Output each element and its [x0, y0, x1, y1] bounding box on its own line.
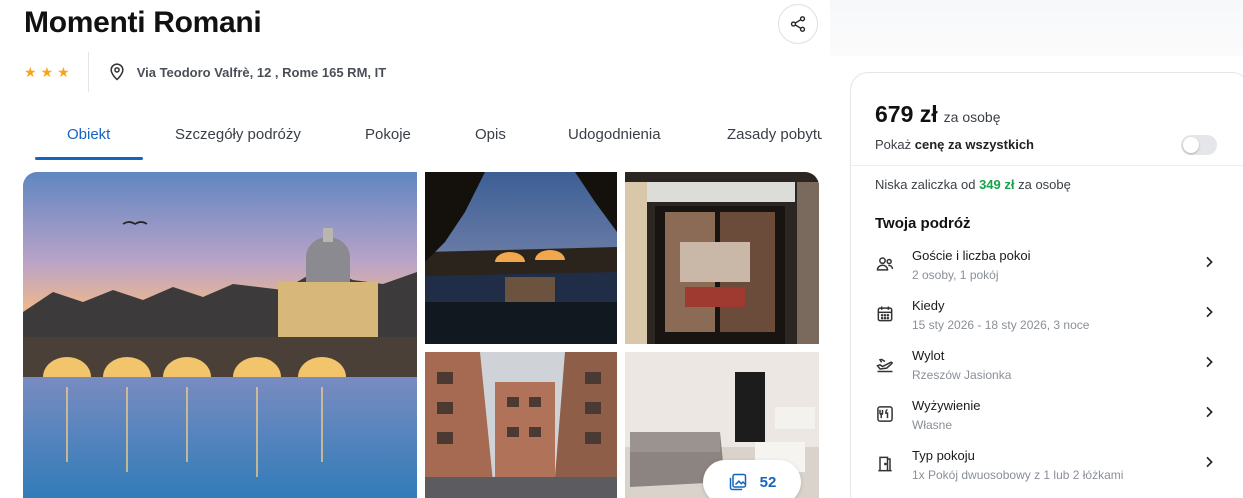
- deposit-prefix: Niska zaliczka od: [875, 177, 976, 192]
- deposit-amount: 349 zł: [979, 177, 1015, 192]
- hotel-meta-row: ★ ★ ★ Via Teodoro Valfrè, 12 , Rome 165 …: [24, 52, 824, 92]
- plane-departure-icon: [876, 358, 893, 373]
- trip-item-label: Kiedy: [912, 298, 945, 313]
- star-icon: ★: [40, 64, 54, 80]
- total-price-prefix: Pokaż: [875, 137, 912, 152]
- total-price-toggle[interactable]: [1181, 135, 1217, 155]
- booking-card: 679 zł za osobę Pokaż cenę za wszystkich…: [850, 72, 1243, 498]
- tab-opis[interactable]: Opis: [475, 126, 506, 143]
- calendar-icon: [877, 306, 893, 322]
- price-per-person: 679 zł: [875, 101, 938, 127]
- top-background: [830, 0, 1243, 56]
- gallery-photo-river-night[interactable]: [425, 172, 617, 344]
- trip-item-label: Typ pokoju: [912, 448, 975, 463]
- total-price-label: Pokaż cenę za wszystkich: [875, 137, 1034, 152]
- trip-item-room-type[interactable]: Typ pokoju 1x Pokój dwuosobowy z 1 lub 2…: [875, 448, 1221, 492]
- trip-item-value: 2 osoby, 1 pokój: [912, 268, 999, 282]
- trip-item-label: Wylot: [912, 348, 945, 363]
- card-divider: [851, 165, 1243, 166]
- trip-item-departure[interactable]: Wylot Rzeszów Jasionka: [875, 348, 1221, 392]
- active-tab-indicator: [35, 157, 143, 160]
- chevron-right-icon: [1206, 256, 1213, 268]
- trip-item-dates[interactable]: Kiedy 15 sty 2026 - 18 sty 2026, 3 noce: [875, 298, 1221, 342]
- trip-item-value: 1x Pokój dwuosobowy z 1 lub 2 łóżkami: [912, 468, 1124, 482]
- share-button[interactable]: [778, 4, 818, 44]
- gallery-photo-courtyard[interactable]: [425, 352, 617, 498]
- trip-heading: Twoja podróż: [875, 215, 971, 232]
- address-text: Via Teodoro Valfrè, 12 , Rome 165 RM, IT: [136, 64, 387, 80]
- meal-icon: [877, 406, 893, 422]
- tab-szczegoly-podrozy[interactable]: Szczegóły podróży: [175, 126, 301, 143]
- hotel-address[interactable]: Via Teodoro Valfrè, 12 , Rome 165 RM, IT: [107, 62, 387, 82]
- toggle-knob: [1183, 137, 1199, 153]
- price-unit: za osobę: [943, 109, 1001, 125]
- star-rating: ★ ★ ★: [24, 65, 88, 79]
- chevron-right-icon: [1206, 456, 1213, 468]
- tab-zasady-pobytu[interactable]: Zasady pobytu: [727, 126, 822, 143]
- trip-item-value: Własne: [912, 418, 953, 432]
- chevron-right-icon: [1206, 356, 1213, 368]
- price-row: 679 zł za osobę: [875, 101, 1000, 128]
- trip-item-value: 15 sty 2026 - 18 sty 2026, 3 noce: [912, 318, 1090, 332]
- section-tabs: Obiekt Szczegóły podróży Pokoje Opis Udo…: [0, 110, 822, 162]
- trip-item-guests[interactable]: Goście i liczba pokoi 2 osoby, 1 pokój: [875, 248, 1221, 292]
- gallery-photo-entrance[interactable]: [625, 172, 819, 344]
- chevron-right-icon: [1206, 406, 1213, 418]
- tab-obiekt[interactable]: Obiekt: [67, 126, 110, 143]
- photo-gallery: 52: [23, 172, 819, 498]
- hotel-title: Momenti Romani: [24, 6, 262, 39]
- meta-divider: [87, 52, 89, 92]
- chevron-right-icon: [1206, 306, 1213, 318]
- trip-item-label: Goście i liczba pokoi: [912, 248, 1031, 263]
- photo-count: 52: [759, 473, 777, 491]
- tab-pokoje[interactable]: Pokoje: [365, 126, 411, 143]
- room-door-icon: [878, 456, 892, 472]
- total-price-bold: cenę za wszystkich: [914, 137, 1034, 152]
- all-photos-button[interactable]: 52: [703, 460, 801, 498]
- star-icon: ★: [57, 64, 70, 80]
- gallery-icon: [729, 473, 746, 491]
- trip-item-label: Wyżywienie: [912, 398, 981, 413]
- share-icon: [790, 16, 806, 32]
- gallery-photo-main[interactable]: [23, 172, 417, 498]
- star-icon: ★: [24, 64, 37, 80]
- deposit-info: Niska zaliczka od 349 zł za osobę: [875, 177, 1071, 192]
- guests-icon: [876, 257, 894, 271]
- trip-item-value: Rzeszów Jasionka: [912, 368, 1012, 382]
- location-pin-icon: [110, 63, 124, 81]
- deposit-suffix: za osobę: [1018, 177, 1071, 192]
- trip-item-meals[interactable]: Wyżywienie Własne: [875, 398, 1221, 442]
- tab-udogodnienia[interactable]: Udogodnienia: [568, 126, 661, 143]
